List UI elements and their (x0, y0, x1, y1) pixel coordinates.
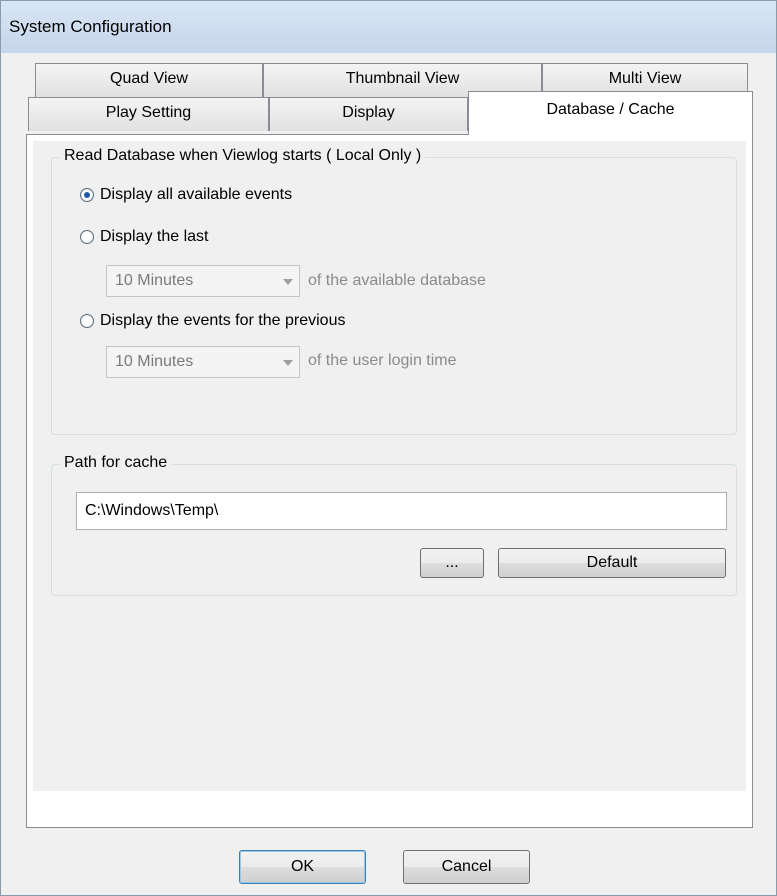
browse-label: ... (445, 554, 459, 571)
radio-checked-icon (80, 188, 94, 202)
radio-label: Display the events for the previous (100, 312, 346, 329)
tab-panel-database-cache: Read Database when Viewlog starts ( Loca… (26, 134, 753, 828)
read-database-group: Read Database when Viewlog starts ( Loca… (51, 147, 737, 435)
title-bar: System Configuration (1, 1, 776, 53)
tab-label: Thumbnail View (345, 70, 460, 87)
tab-label: Multi View (608, 70, 682, 87)
read-database-legend: Read Database when Viewlog starts ( Loca… (60, 147, 426, 165)
cancel-button[interactable]: Cancel (403, 850, 530, 884)
radio-unchecked-icon (80, 230, 94, 244)
combo-value: 10 Minutes (115, 272, 194, 289)
radio-label: Display the last (100, 228, 209, 245)
previous-duration-combo[interactable]: 10 Minutes (106, 346, 300, 378)
tab-label: Play Setting (105, 104, 192, 121)
previous-duration-suffix: of the user login time (308, 352, 457, 369)
default-label: Default (586, 554, 638, 571)
radio-display-last[interactable]: Display the last (80, 228, 209, 246)
cancel-label: Cancel (441, 858, 492, 875)
tab-label: Database / Cache (546, 101, 675, 118)
chevron-down-icon (283, 360, 293, 366)
tab-label: Display (342, 104, 395, 121)
tab-play-setting[interactable]: Play Setting (28, 97, 269, 131)
ok-button[interactable]: OK (239, 850, 366, 884)
radio-unchecked-icon (80, 314, 94, 328)
cache-path-input[interactable]: C:\Windows\Temp\ (76, 492, 727, 530)
tab-label: Quad View (110, 70, 188, 87)
tab-database-cache[interactable]: Database / Cache (468, 91, 753, 135)
last-duration-suffix: of the available database (308, 272, 486, 289)
browse-button[interactable]: ... (420, 548, 484, 578)
chevron-down-icon (283, 279, 293, 285)
tab-quad-view[interactable]: Quad View (35, 63, 263, 97)
combo-value: 10 Minutes (115, 353, 194, 370)
cache-path-legend: Path for cache (60, 454, 172, 472)
panel-content: Read Database when Viewlog starts ( Loca… (33, 141, 746, 791)
radio-label: Display all available events (100, 186, 293, 203)
window-title: System Configuration (9, 17, 172, 36)
default-button[interactable]: Default (498, 548, 726, 578)
tab-display[interactable]: Display (269, 97, 468, 131)
last-duration-combo[interactable]: 10 Minutes (106, 265, 300, 297)
cache-path-group: Path for cache C:\Windows\Temp\ ... Defa… (51, 454, 737, 596)
cache-path-value: C:\Windows\Temp\ (85, 502, 219, 519)
radio-display-all-events[interactable]: Display all available events (80, 186, 292, 204)
system-configuration-dialog: System Configuration Quad View Thumbnail… (0, 0, 777, 896)
ok-label: OK (290, 858, 315, 875)
radio-display-previous[interactable]: Display the events for the previous (80, 312, 345, 330)
